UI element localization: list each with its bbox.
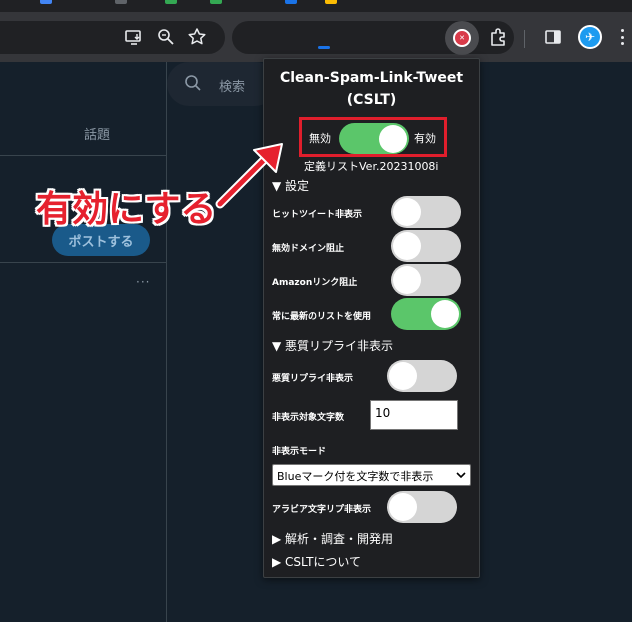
amazon-link-block-toggle[interactable] <box>391 264 461 296</box>
install-app-icon[interactable] <box>122 25 146 49</box>
toggle-knob <box>431 300 459 328</box>
setting-label: 無効ドメイン阻止 <box>272 244 345 254</box>
reply-hide-toggle[interactable] <box>387 360 457 392</box>
toggle-knob <box>393 266 421 294</box>
master-toggle-highlight: 無効 有効 <box>299 117 447 157</box>
search-placeholder: 検索 <box>219 80 246 95</box>
extension-popup: Clean-Spam-Link-Tweet (CSLT) 無効 有効 定義リスト… <box>263 58 480 578</box>
topic-label[interactable]: 話題 <box>84 124 110 143</box>
tab-favicon[interactable] <box>285 0 297 4</box>
bookmark-star-icon[interactable] <box>185 25 209 49</box>
tab-favicon[interactable] <box>210 0 222 4</box>
latest-list-toggle[interactable] <box>391 298 461 330</box>
popup-title-line1: Clean-Spam-Link-Tweet <box>279 70 464 86</box>
annotation-arrow-icon <box>215 143 283 209</box>
zoom-icon[interactable] <box>154 25 178 49</box>
setting-label: 常に最新のリストを使用 <box>272 312 372 322</box>
master-on-label: 有効 <box>414 132 436 145</box>
definition-list-version: 定義リストVer.20231008i <box>304 160 439 173</box>
side-panel-icon[interactable] <box>541 25 565 49</box>
toggle-knob <box>389 493 417 521</box>
profile-icon[interactable]: ✈ <box>578 25 602 49</box>
divider <box>0 262 166 263</box>
about-section-header[interactable]: ▶ CSLTについて <box>272 553 361 570</box>
search-icon <box>184 74 202 92</box>
more-icon[interactable]: ··· <box>136 275 150 289</box>
hide-mode-select[interactable]: Blueマーク付を文字数で非表示 <box>272 464 471 486</box>
extensions-puzzle-icon[interactable] <box>487 25 511 49</box>
toolbar-separator <box>524 30 525 48</box>
tab-strip <box>0 0 632 12</box>
focus-indicator <box>318 46 330 49</box>
char-count-input[interactable]: 10 <box>370 400 458 430</box>
reply-section-header[interactable]: ▼ 悪質リプライ非表示 <box>272 337 393 354</box>
popup-title: Clean-Spam-Link-Tweet (CSLT) <box>264 67 479 111</box>
master-off-label: 無効 <box>309 132 331 145</box>
hide-mode-label: 非表示モード <box>272 447 327 457</box>
toggle-knob <box>393 198 421 226</box>
char-count-label: 非表示対象文字数 <box>272 413 345 423</box>
extension-cslt-icon: ✕ <box>453 29 471 47</box>
tab-favicon[interactable] <box>40 0 52 4</box>
arabic-reply-hide-label: アラビア文字リプ非表示 <box>272 505 372 515</box>
extension-cslt-button[interactable]: ✕ <box>445 21 479 55</box>
tab-favicon[interactable] <box>115 0 127 4</box>
browser-toolbar: ✕ ✈ <box>0 12 632 62</box>
divider <box>0 155 166 156</box>
menu-icon[interactable] <box>620 29 624 45</box>
invalid-domain-block-toggle[interactable] <box>391 230 461 262</box>
chevron-down-icon <box>455 468 467 482</box>
hide-mode-value: Blueマーク付を文字数で非表示 <box>277 470 434 483</box>
tab-favicon[interactable] <box>325 0 337 4</box>
hit-tweet-hide-toggle[interactable] <box>391 196 461 228</box>
tab-favicon[interactable] <box>165 0 177 4</box>
reply-hide-label: 悪質リプライ非表示 <box>272 374 354 384</box>
toggle-knob <box>389 362 417 390</box>
toggle-knob <box>379 125 407 153</box>
arabic-reply-hide-toggle[interactable] <box>387 491 457 523</box>
master-enable-toggle[interactable] <box>339 123 409 154</box>
column-divider <box>166 62 167 622</box>
annotation-text: 有効にする <box>36 189 217 230</box>
analysis-section-header[interactable]: ▶ 解析・調査・開発用 <box>272 530 393 547</box>
setting-label: Amazonリンク阻止 <box>272 278 358 288</box>
popup-title-line2: (CSLT) <box>346 92 397 108</box>
toggle-knob <box>393 232 421 260</box>
